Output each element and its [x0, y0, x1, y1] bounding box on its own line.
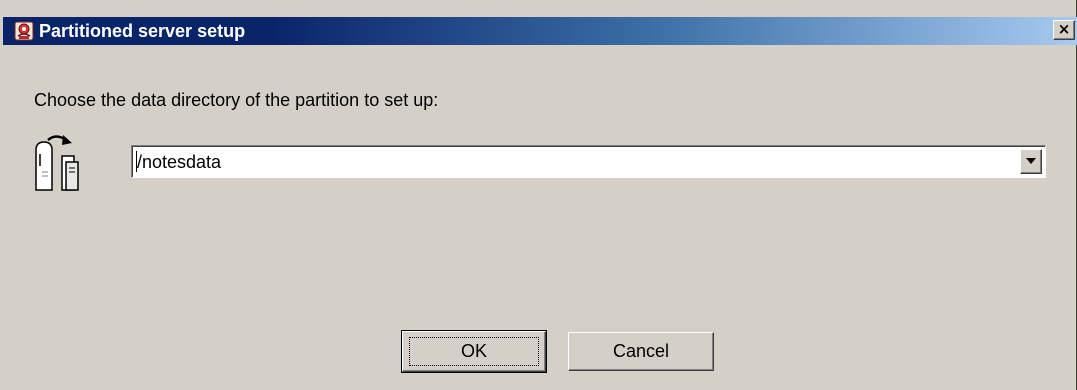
- close-icon: ×: [1057, 20, 1071, 38]
- window-title: Partitioned server setup: [39, 21, 246, 41]
- data-directory-value[interactable]: /notesdata: [137, 151, 221, 173]
- ok-button-label: OK: [460, 341, 487, 361]
- ok-button[interactable]: OK: [401, 330, 547, 373]
- directory-prompt: Choose the data directory of the partiti…: [34, 90, 439, 110]
- partitioned-server-icon: [35, 135, 79, 191]
- cancel-button-label: Cancel: [612, 341, 670, 361]
- dropdown-button[interactable]: [1020, 149, 1042, 174]
- partitioned-server-setup-dialog: Partitioned server setup × Choose the da…: [0, 0, 1077, 390]
- notes-server-icon: [14, 21, 34, 41]
- chevron-down-icon: [1026, 158, 1036, 164]
- title-bar[interactable]: Partitioned server setup ×: [3, 17, 1077, 45]
- close-button[interactable]: ×: [1053, 20, 1075, 40]
- data-directory-select[interactable]: /notesdata: [131, 145, 1046, 178]
- cancel-button[interactable]: Cancel: [568, 332, 714, 371]
